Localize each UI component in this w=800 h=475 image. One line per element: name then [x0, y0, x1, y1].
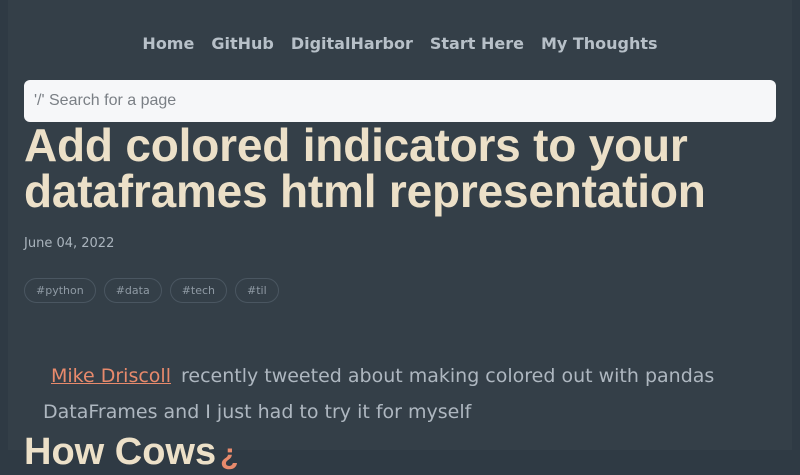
link-anchor-icon: ¿	[220, 438, 239, 471]
tag-python[interactable]: #python	[24, 278, 96, 303]
post-date: June 04, 2022	[24, 236, 115, 251]
page-title: Add colored indicators to your dataframe…	[24, 122, 784, 214]
search-input[interactable]	[24, 80, 776, 122]
tag-data[interactable]: #data	[103, 278, 162, 303]
tag-til[interactable]: #til	[235, 278, 279, 303]
section-heading-text: How Cows	[24, 431, 217, 473]
page-title-line-2: dataframes html representation	[24, 165, 706, 217]
section-heading: How Cows ¿	[24, 432, 238, 475]
nav-my-thoughts-link[interactable]: My Thoughts	[541, 34, 658, 53]
author-link[interactable]: Mike Driscoll	[51, 365, 171, 387]
intro-paragraph: Mike Driscoll recently tweeted about maki…	[43, 358, 763, 430]
tag-tech[interactable]: #tech	[169, 278, 228, 303]
tag-list: #python #data #tech #til	[24, 278, 279, 303]
top-nav: Home GitHub DigitalHarbor Start Here My …	[0, 34, 800, 53]
page-title-line-1: Add colored indicators to your	[24, 119, 688, 171]
nav-home-link[interactable]: Home	[142, 34, 194, 53]
nav-digitalharbor-link[interactable]: DigitalHarbor	[291, 34, 413, 53]
nav-start-here-link[interactable]: Start Here	[430, 34, 524, 53]
nav-github-link[interactable]: GitHub	[211, 34, 274, 53]
